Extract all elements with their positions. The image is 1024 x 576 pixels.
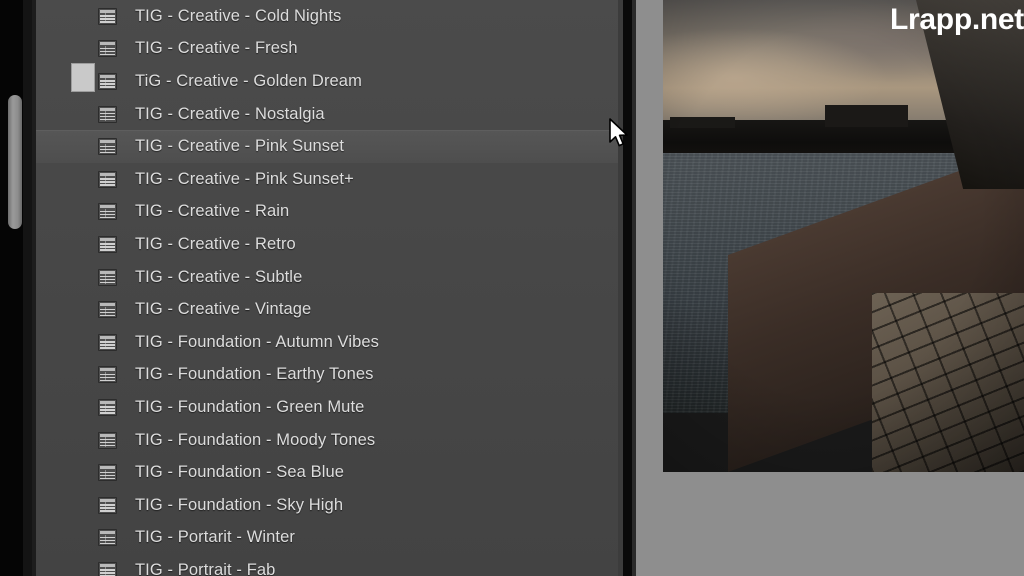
list-item-label: TiG - Creative - Golden Dream: [135, 71, 362, 90]
table-icon: [98, 529, 117, 547]
vertical-scrollbar-thumb[interactable]: [8, 95, 22, 229]
list-item-label: TIG - Creative - Pink Sunset+: [135, 169, 354, 188]
table-icon: [98, 431, 117, 449]
panel-marker-square[interactable]: [71, 63, 95, 92]
table-icon: [98, 105, 117, 123]
list-item-label: TIG - Creative - Pink Sunset: [135, 137, 345, 156]
table-icon: [98, 72, 117, 90]
table-icon: [98, 170, 117, 188]
table-icon: [98, 561, 117, 576]
table-icon: [98, 333, 117, 351]
list-item[interactable]: TIG - Creative - Retro: [36, 228, 618, 261]
list-item-label: TIG - Creative - Subtle: [135, 267, 303, 286]
table-icon: [98, 7, 117, 25]
list-item-label: TIG - Creative - Cold Nights: [135, 6, 342, 25]
list-item[interactable]: TIG - Creative - Rain: [36, 196, 618, 229]
table-icon: [98, 496, 117, 514]
list-item-label: TIG - Creative - Vintage: [135, 300, 312, 319]
list-item-label: TIG - Foundation - Green Mute: [135, 397, 365, 416]
preview-photo[interactable]: Lrapp.net: [663, 0, 1024, 472]
list-item-label: TIG - Creative - Retro: [135, 234, 296, 253]
photo-vignette: [663, 0, 1024, 472]
list-item-label: TIG - Foundation - Autumn Vibes: [135, 332, 380, 351]
table-icon: [98, 235, 117, 253]
list-item[interactable]: TIG - Creative - Subtle: [36, 261, 618, 294]
list-item[interactable]: TiG - Creative - Golden Dream: [36, 65, 618, 98]
list-item-label: TIG - Creative - Rain: [135, 202, 290, 221]
preview-area: Lrapp.net: [636, 0, 1024, 576]
table-icon: [98, 464, 117, 482]
preset-list: TIG - Creative - Cold Nights TIG - Creati…: [36, 0, 618, 576]
list-item[interactable]: TIG - Creative - Cold Nights: [36, 0, 618, 33]
list-item-label: TIG - Portarit - Winter: [135, 528, 295, 547]
list-item[interactable]: TIG - Foundation - Autumn Vibes: [36, 326, 618, 359]
list-item[interactable]: TIG - Foundation - Earthy Tones: [36, 359, 618, 392]
app-root: TIG - Creative - Cold Nights TIG - Creati…: [0, 0, 1024, 576]
table-icon: [98, 268, 117, 286]
list-item-label: TIG - Foundation - Earthy Tones: [135, 365, 374, 384]
list-item[interactable]: TIG - Foundation - Moody Tones: [36, 424, 618, 457]
table-icon: [98, 366, 117, 384]
list-item[interactable]: TIG - Foundation - Sea Blue: [36, 456, 618, 489]
list-item[interactable]: TIG - Foundation - Sky High: [36, 489, 618, 522]
preset-list-panel: TIG - Creative - Cold Nights TIG - Creati…: [36, 0, 618, 576]
list-item[interactable]: TIG - Creative - Pink Sunset: [36, 130, 618, 163]
list-item-label: TIG - Creative - Nostalgia: [135, 104, 325, 123]
list-item[interactable]: TIG - Creative - Fresh: [36, 33, 618, 66]
list-item[interactable]: TIG - Portrait - Fab: [36, 554, 618, 576]
vertical-scrollbar-track[interactable]: [4, 0, 22, 576]
table-icon: [98, 138, 117, 156]
gutter-edge: [23, 0, 32, 576]
list-item[interactable]: TIG - Creative - Nostalgia: [36, 98, 618, 131]
list-item-label: TIG - Creative - Fresh: [135, 39, 298, 58]
list-item-label: TIG - Foundation - Moody Tones: [135, 430, 376, 449]
list-item-label: TIG - Foundation - Sky High: [135, 495, 344, 514]
table-icon: [98, 301, 117, 319]
table-icon: [98, 40, 117, 58]
list-item[interactable]: TIG - Creative - Pink Sunset+: [36, 163, 618, 196]
watermark-text: Lrapp.net: [890, 3, 1024, 36]
list-item-label: TIG - Foundation - Sea Blue: [135, 463, 345, 482]
list-item[interactable]: TIG - Creative - Vintage: [36, 293, 618, 326]
panel-divider[interactable]: [623, 0, 632, 576]
list-item-label: TIG - Portrait - Fab: [135, 560, 276, 576]
table-icon: [98, 203, 117, 221]
table-icon: [98, 398, 117, 416]
list-item[interactable]: TIG - Foundation - Green Mute: [36, 391, 618, 424]
list-item[interactable]: TIG - Portarit - Winter: [36, 522, 618, 555]
